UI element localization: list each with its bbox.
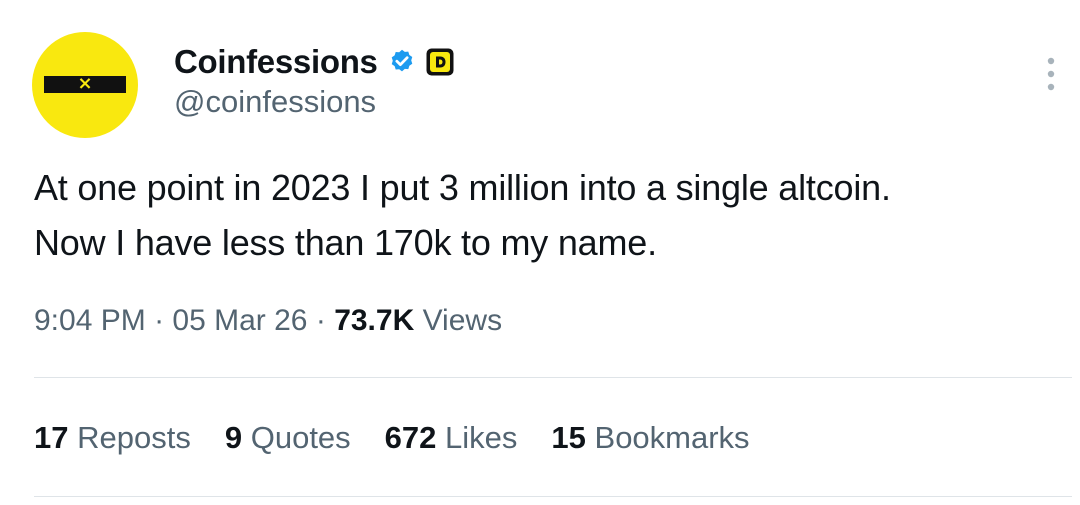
avatar[interactable]: × [32,32,138,138]
author-display-name[interactable]: Coinfessions [174,43,378,81]
quotes-count: 9 [224,420,243,455]
meta-separator: · [315,304,326,337]
tweet-card: × Coinfessions @coinfessions At one poin… [0,0,1080,505]
avatar-x-mark: × [77,73,93,94]
meta-separator: · [154,304,165,337]
likes-stat[interactable]: 672 Likes [385,420,518,456]
engagement-stats: 17 Reposts 9 Quotes 672 Likes 15 Bookmar… [34,420,784,456]
quotes-stat[interactable]: 9 Quotes [225,420,351,456]
bookmarks-label: Bookmarks [594,420,750,455]
quotes-label: Quotes [250,420,351,455]
verified-badge-icon [388,48,416,76]
author-name-row: Coinfessions [174,42,455,82]
avatar-bar: × [44,73,126,94]
tweet-date[interactable]: 05 Mar 26 [172,304,307,337]
likes-label: Likes [445,420,518,455]
likes-count: 672 [384,420,437,455]
tweet-meta: 9:04 PM · 05 Mar 26 · 73.7K Views [34,304,502,338]
more-options-icon[interactable] [1040,55,1062,95]
bookmarks-count: 15 [551,420,586,455]
reposts-count: 17 [34,420,69,455]
divider [34,377,1072,378]
tweet-time[interactable]: 9:04 PM [34,304,146,337]
views-count: 73.7K [334,304,415,337]
affiliate-badge-icon[interactable] [425,47,455,77]
tweet-text: At one point in 2023 I put 3 million int… [34,160,1074,270]
tweet-text-line-2: Now I have less than 170k to my name. [34,222,657,263]
views-label: Views [422,304,503,337]
tweet-text-line-1: At one point in 2023 I put 3 million int… [34,167,891,208]
reposts-label: Reposts [77,420,191,455]
author-handle[interactable]: @coinfessions [174,84,376,120]
bookmarks-stat[interactable]: 15 Bookmarks [551,420,749,456]
reposts-stat[interactable]: 17 Reposts [34,420,191,456]
divider [34,496,1072,497]
